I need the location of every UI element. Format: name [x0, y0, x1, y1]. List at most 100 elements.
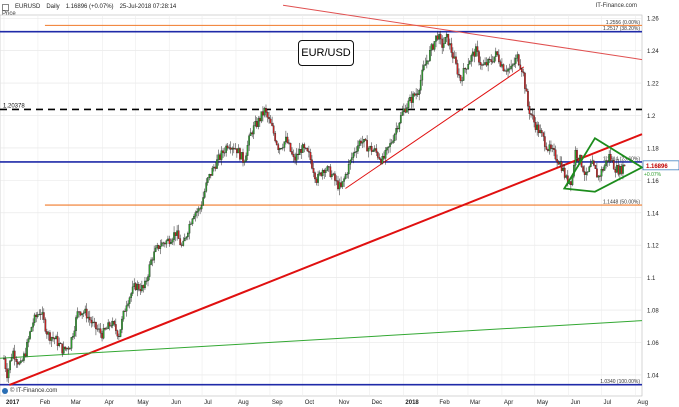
- candle-body: [141, 285, 143, 292]
- candle-body: [213, 166, 215, 169]
- candle-body: [6, 368, 8, 379]
- candle-body: [507, 68, 509, 72]
- candle-body: [387, 146, 390, 148]
- candle-body: [327, 166, 330, 168]
- candle-body: [326, 166, 329, 171]
- candle-body: [225, 145, 228, 153]
- candle-body: [194, 212, 197, 217]
- candle-body: [88, 316, 91, 321]
- candle-body: [81, 313, 83, 316]
- candle-body: [323, 169, 326, 173]
- candle-body: [121, 318, 123, 330]
- candle-body: [289, 142, 292, 152]
- candle-body: [229, 147, 232, 150]
- candle-body: [274, 133, 277, 142]
- candle-body: [283, 141, 286, 148]
- candle-body: [455, 56, 457, 64]
- watermark-text: © IT-Finance.com: [10, 388, 58, 394]
- candle-body: [203, 191, 206, 198]
- candle-body: [436, 35, 439, 40]
- candle-body: [453, 56, 456, 59]
- candle-body: [576, 150, 578, 159]
- candle-body: [609, 154, 612, 161]
- candle-body: [591, 160, 594, 164]
- x-tick-label: Feb: [439, 400, 450, 406]
- candle-body: [292, 154, 295, 158]
- candle-body: [337, 180, 339, 190]
- candle-body: [559, 161, 561, 165]
- candle-body: [298, 149, 301, 156]
- candle-body: [570, 181, 572, 186]
- candle-body: [164, 243, 166, 245]
- candle-body: [122, 310, 125, 320]
- candle-body: [167, 238, 169, 241]
- candle-body: [90, 319, 93, 324]
- candle-body: [209, 174, 212, 176]
- candle-body: [340, 182, 342, 187]
- candle-body: [478, 51, 480, 63]
- candle-body: [320, 172, 322, 176]
- candle-body: [211, 167, 214, 176]
- candle-body: [4, 358, 7, 369]
- candle-body: [427, 60, 430, 62]
- candle-body: [222, 150, 224, 153]
- candle-body: [502, 64, 505, 72]
- candle-body: [577, 157, 580, 162]
- candle-body: [412, 93, 414, 103]
- candle-body: [498, 54, 500, 62]
- candle-body: [26, 342, 28, 357]
- x-tick-label: Jul: [204, 400, 212, 406]
- candle-body: [142, 285, 145, 289]
- candle-body: [540, 130, 543, 134]
- candle-body: [130, 293, 133, 298]
- watermark: © IT-Finance.com: [2, 388, 57, 394]
- candle-body: [50, 337, 53, 341]
- candle-body: [271, 122, 273, 126]
- candle-body: [582, 166, 584, 172]
- candle-body: [217, 154, 220, 160]
- candle-body: [468, 61, 471, 65]
- candle-body: [87, 316, 90, 319]
- candle-body: [312, 168, 315, 173]
- candle-body: [300, 149, 303, 153]
- candle-body: [162, 242, 165, 244]
- candle-body: [275, 140, 278, 145]
- candle-body: [47, 332, 50, 335]
- candle-body: [58, 343, 61, 347]
- candle-body: [479, 62, 482, 66]
- candle-body: [464, 68, 467, 70]
- x-tick-label: 2018: [405, 400, 419, 406]
- candle-body: [99, 328, 102, 334]
- level-label: 1.2517 (38.20%): [603, 26, 640, 32]
- x-tick-label: Mar: [71, 400, 81, 406]
- candle-body: [232, 147, 235, 150]
- candle-body: [285, 136, 287, 142]
- candle-body: [266, 112, 269, 118]
- candle-body: [153, 251, 155, 261]
- candle-body: [353, 151, 356, 154]
- candle-body: [111, 321, 114, 326]
- x-tick-label: Apr: [504, 400, 513, 406]
- candle-body: [504, 70, 506, 72]
- candle-body: [614, 169, 617, 173]
- candle-body: [249, 132, 252, 136]
- candle-body: [335, 180, 338, 182]
- candle-body: [332, 173, 335, 175]
- candle-body: [303, 144, 306, 149]
- candle-body: [206, 177, 209, 183]
- level-label: 1.0340 (100.00%): [600, 379, 640, 385]
- candle-body: [46, 331, 48, 335]
- candle-body: [588, 166, 591, 172]
- candle-body: [32, 322, 34, 328]
- candle-body: [286, 136, 289, 143]
- candle-body: [21, 360, 24, 362]
- candle-body: [531, 114, 534, 116]
- candle-body: [429, 50, 431, 61]
- candle-body: [473, 51, 476, 57]
- candle-body: [131, 286, 134, 294]
- candle-body: [622, 164, 624, 174]
- candle-body: [611, 160, 614, 162]
- candle-body: [110, 325, 113, 327]
- candle-body: [177, 230, 180, 239]
- candle-body: [134, 283, 137, 291]
